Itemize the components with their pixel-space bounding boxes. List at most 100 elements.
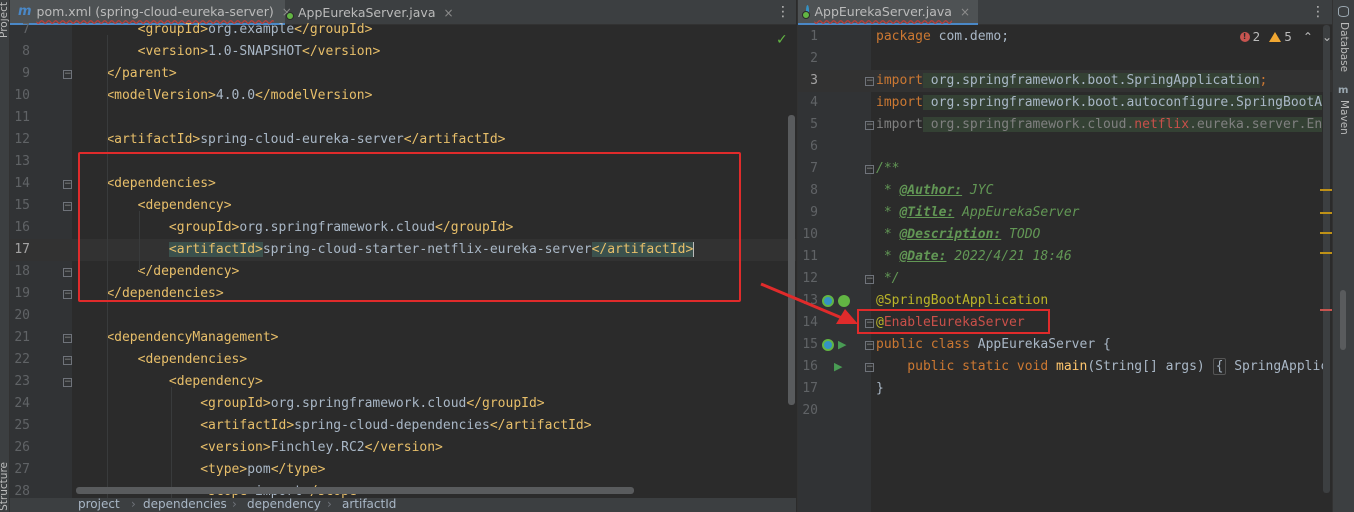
fold-toggle-icon[interactable]: − — [865, 341, 874, 350]
code-line[interactable]: 6 — [798, 136, 1332, 158]
code-line[interactable]: 9 * @Title: AppEurekaServer — [798, 202, 1332, 224]
fold-toggle-icon[interactable]: − — [63, 356, 72, 365]
close-icon[interactable]: × — [443, 6, 453, 20]
close-icon[interactable]: × — [960, 5, 970, 19]
no-problems-check-icon[interactable]: ✓ — [776, 32, 788, 48]
warning-marker[interactable] — [1320, 189, 1332, 191]
fold-toggle-icon[interactable]: − — [63, 334, 72, 343]
tab-app-eureka-server-right[interactable]: AppEurekaServer.java × — [798, 0, 978, 25]
vertical-scrollbar[interactable] — [788, 115, 795, 405]
line-number: 10 — [14, 88, 30, 103]
fold-toggle-icon[interactable]: − — [63, 180, 72, 189]
vertical-scrollbar[interactable] — [1323, 25, 1330, 493]
fold-toggle-icon[interactable]: − — [63, 202, 72, 211]
fold-toggle-icon[interactable]: − — [865, 363, 874, 372]
inspection-widget[interactable]: ! 2 5 ⌃ ⌄ — [1239, 30, 1332, 44]
code-line[interactable]: 5 − import org.springframework.cloud.netfl… — [798, 114, 1332, 136]
code-line[interactable]: 7 −/** — [798, 158, 1332, 180]
code-line[interactable]: 16 ▶ − public static void main(String[] ar… — [798, 356, 1332, 378]
code-line[interactable]: 4 import org.springframework.boot.autocon… — [798, 92, 1332, 114]
warning-marker[interactable] — [1320, 232, 1332, 234]
code-line[interactable]: 26 <version>Finchley.RC2</version> — [10, 437, 796, 459]
code-line[interactable]: 20 — [798, 400, 1332, 422]
run-gutter-icon[interactable]: ▶ — [838, 339, 846, 351]
code-line[interactable]: 10 <modelVersion>4.0.0</modelVersion> — [10, 85, 796, 107]
java-editor[interactable]: 1 package com.demo; 2 3− import org.springfr… — [798, 25, 1332, 512]
code-line[interactable]: 12 − */ — [798, 268, 1332, 290]
breadcrumb-artifactid[interactable]: artifactId — [342, 498, 396, 511]
java-class-icon — [801, 5, 812, 19]
run-gutter-icon[interactable]: ▶ — [834, 361, 842, 373]
spring-bean-icon[interactable] — [822, 295, 834, 307]
line-number: 18 — [14, 264, 30, 279]
error-count: 2 — [1252, 30, 1261, 44]
tab-menu-icon[interactable]: ⋮ — [1310, 0, 1326, 25]
next-highlight-icon[interactable]: ⌄ — [1322, 30, 1332, 44]
line-number: 10 — [802, 227, 818, 242]
tab-label: AppEurekaServer.java — [814, 4, 952, 19]
spring-bean-icon[interactable] — [822, 339, 834, 351]
code-line[interactable]: 8 <version>1.0-SNAPSHOT</version> — [10, 41, 796, 63]
code-text: <dependencies> — [137, 352, 248, 367]
breadcrumb-project[interactable]: project — [78, 498, 120, 511]
code-line[interactable]: 2 — [798, 48, 1332, 70]
fold-toggle-icon[interactable]: − — [63, 268, 72, 277]
fold-toggle-icon[interactable]: − — [865, 121, 874, 130]
code-text: public class AppEurekaServer { — [876, 334, 1111, 356]
code-line[interactable]: 20 — [10, 305, 796, 327]
code-line[interactable]: 12 <artifactId>spring-cloud-eureka-serve… — [10, 129, 796, 151]
code-line[interactable]: 21 − <dependencyManagement> — [10, 327, 796, 349]
database-tool-button[interactable]: Database — [1338, 22, 1350, 72]
fold-toggle-icon[interactable]: − — [865, 275, 874, 284]
minimap-scroll-indicator[interactable] — [1340, 290, 1346, 350]
fold-toggle-icon[interactable]: − — [63, 290, 72, 299]
code-line[interactable]: 7 <groupId>org.example</groupId> — [10, 19, 796, 41]
fold-toggle-icon[interactable]: − — [63, 378, 72, 387]
code-line[interactable]: 27 <type>pom</type> — [10, 459, 796, 481]
structure-tool-button[interactable]: Structure — [0, 462, 10, 511]
maven-tool-button[interactable]: Maven — [1338, 100, 1350, 135]
warning-marker[interactable] — [1320, 252, 1332, 254]
code-line[interactable]: 24 <groupId>org.springframework.cloud</g… — [10, 393, 796, 415]
annotation-box-dependencies — [78, 152, 741, 302]
project-tool-button[interactable]: Project — [0, 2, 10, 38]
code-line[interactable]: 25 <artifactId>spring-cloud-dependencies… — [10, 415, 796, 437]
code-line[interactable]: 3 − import org.springframework.boot.Spring… — [798, 70, 1332, 92]
horizontal-scrollbar[interactable] — [76, 487, 634, 494]
line-number: 6 — [810, 139, 818, 154]
code-line[interactable]: 10 * @Description: TODO — [798, 224, 1332, 246]
warning-icon — [1269, 32, 1282, 42]
comment-token: * — [876, 249, 900, 264]
code-line[interactable]: 11 * @Date: 2022/4/21 18:46 — [798, 246, 1332, 268]
code-line[interactable]: 15 ▶ − public class AppEurekaServer { — [798, 334, 1332, 356]
code-text: </parent> — [106, 66, 177, 81]
breadcrumb-dependency[interactable]: dependency — [247, 498, 321, 511]
code-line[interactable]: 22 − <dependencies> — [10, 349, 796, 371]
fold-toggle-icon[interactable]: − — [865, 77, 874, 86]
line-number: 4 — [810, 95, 818, 110]
javadoc-tag: @Title: — [899, 205, 955, 220]
right-tab-bar: AppEurekaServer.java × ⋮ — [798, 0, 1332, 25]
code-text: public static void main(String[] args) {… — [876, 356, 1328, 378]
code-token: org.springframework.cloud. — [922, 117, 1135, 132]
fold-toggle-icon[interactable]: − — [865, 165, 874, 174]
code-line[interactable]: 23 − <dependency> — [10, 371, 796, 393]
code-line[interactable]: 8 * @Author: JYC — [798, 180, 1332, 202]
breadcrumb: project › dependencies › dependency › ar… — [10, 498, 796, 512]
code-line[interactable]: 9 − </parent> — [10, 63, 796, 85]
warning-marker[interactable] — [1320, 212, 1332, 214]
code-text: import org.springframework.cloud.netflix… — [876, 114, 1323, 136]
spring-leaf-icon[interactable] — [838, 295, 850, 307]
breadcrumb-dependencies[interactable]: dependencies — [143, 498, 227, 511]
previous-highlight-icon[interactable]: ⌃ — [1303, 30, 1313, 44]
database-icon — [1338, 6, 1349, 17]
fold-toggle-icon[interactable]: − — [63, 70, 72, 79]
code-line[interactable]: 17} — [798, 378, 1332, 400]
line-number: 26 — [14, 440, 30, 455]
code-text: <modelVersion>4.0.0</modelVersion> — [106, 88, 373, 103]
line-number: 15 — [802, 337, 818, 352]
error-marker[interactable] — [1320, 309, 1332, 311]
line-number: 7 — [810, 161, 818, 176]
code-line[interactable]: 11 — [10, 107, 796, 129]
